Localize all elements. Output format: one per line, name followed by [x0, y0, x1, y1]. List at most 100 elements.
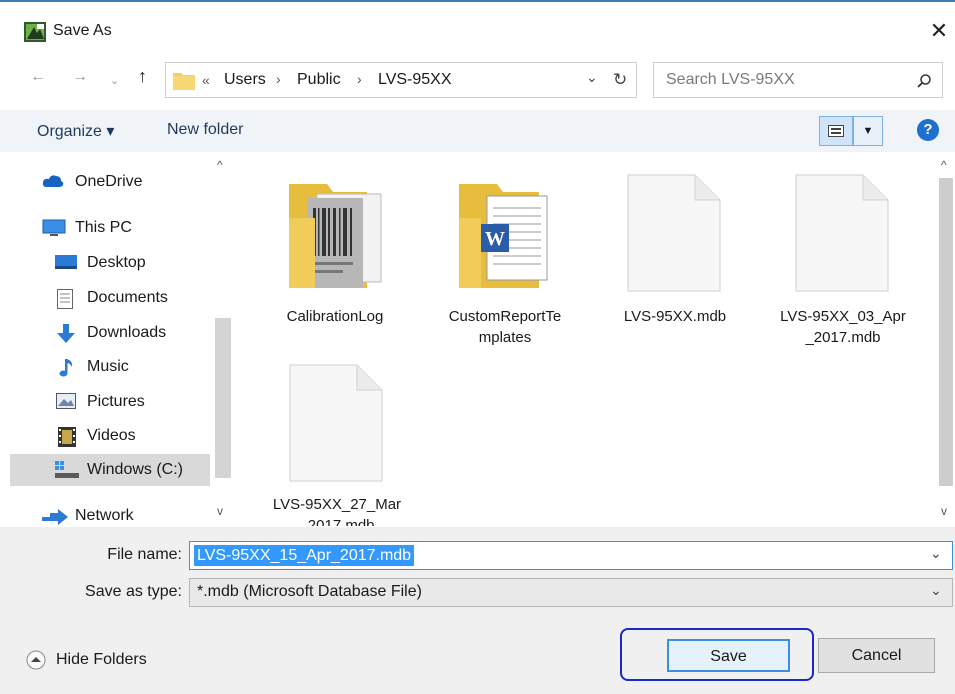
crumb-current[interactable]: LVS-95XX [378, 71, 452, 89]
scroll-up-icon[interactable]: ^ [941, 158, 947, 172]
file-tile-lvs95xx-mdb[interactable]: LVS-95XX.mdb [600, 170, 750, 350]
sidebar-item-pictures[interactable]: Pictures [22, 386, 212, 418]
up-arrow-icon: ↑ [138, 66, 147, 86]
cancel-button[interactable]: Cancel [818, 638, 935, 673]
address-overflow[interactable]: « [202, 72, 210, 88]
refresh-icon[interactable]: ↻ [613, 70, 627, 90]
file-name: LVS-95XX.mdb [623, 308, 727, 325]
file-name-line2: _2017.mdb [299, 517, 375, 526]
address-dropdown-icon[interactable]: ⌄ [586, 69, 598, 86]
chevron-down-icon[interactable]: ⌄ [930, 582, 942, 599]
svg-text:W: W [485, 228, 505, 250]
crumb-public[interactable]: Public [297, 71, 341, 89]
sidebar-item-downloads[interactable]: Downloads [22, 317, 212, 349]
sidebar-item-label: Videos [87, 427, 136, 444]
up-button[interactable]: ↑ [138, 66, 147, 87]
save-as-type-value[interactable]: *.mdb (Microsoft Database File) [197, 583, 422, 601]
file-tile-lvs95xx-03-apr[interactable]: LVS-95XX_03_Apr _2017.mdb [768, 170, 918, 350]
back-button[interactable]: ← [30, 68, 46, 86]
file-name: CalibrationLog [286, 308, 384, 325]
pictures-icon [56, 393, 76, 409]
folder-barcode-icon [289, 184, 382, 288]
file-name-label: File name: [107, 546, 182, 563]
computer-icon [42, 219, 66, 236]
search-box[interactable]: Search LVS-95XX [653, 62, 943, 98]
sidebar-item-label: Desktop [87, 254, 146, 271]
view-layout-icon [828, 125, 844, 137]
forward-button[interactable]: → [72, 68, 88, 86]
generic-file-icon [289, 364, 383, 482]
crumb-separator-icon: › [357, 71, 362, 87]
command-bar [0, 110, 955, 152]
file-name: LVS-95XX_03_Apr [780, 308, 906, 325]
close-icon: ✕ [929, 18, 949, 43]
sidebar-item-documents[interactable]: Documents [22, 282, 212, 314]
desktop-icon [55, 255, 77, 269]
chevron-down-icon: ⌄ [110, 75, 120, 87]
new-folder-button[interactable]: New folder [167, 121, 243, 139]
sidebar-item-label: Documents [87, 289, 168, 306]
crumb-users[interactable]: Users [224, 71, 266, 89]
drive-icon [55, 461, 79, 478]
app-icon [24, 22, 46, 42]
file-name-field[interactable]: LVS-95XX_15_Apr_2017.mdb ⌄ [189, 541, 953, 570]
save-as-type-label: Save as type: [85, 583, 182, 600]
sidebar-item-label: This PC [75, 219, 132, 236]
search-icon[interactable] [916, 73, 932, 89]
sidebar-item-windows-c[interactable]: Windows (C:) [10, 454, 210, 486]
sidebar-item-videos[interactable]: Videos [22, 420, 212, 452]
hide-folders-label: Hide Folders [56, 651, 147, 668]
help-icon[interactable]: ? [917, 119, 939, 141]
chevron-down-icon[interactable]: ⌄ [930, 545, 942, 562]
search-input[interactable]: Search LVS-95XX [666, 71, 795, 89]
files-scrollbar[interactable]: ^ v [937, 158, 955, 525]
sidebar-item-label: Music [87, 358, 129, 375]
sidebar-item-network[interactable]: Network [22, 500, 212, 526]
save-as-type-select[interactable]: *.mdb (Microsoft Database File) ⌄ [189, 578, 953, 607]
downloads-icon [57, 324, 75, 343]
generic-file-icon [795, 174, 889, 292]
onedrive-icon [42, 175, 64, 187]
network-icon [42, 509, 68, 525]
music-icon [59, 359, 73, 377]
sidebar-item-label: Downloads [87, 324, 167, 341]
sidebar-item-onedrive[interactable]: OneDrive [22, 166, 212, 198]
window-title: Save As [53, 22, 112, 39]
sidebar-item-label: Pictures [87, 393, 145, 410]
file-name: LVS-95XX_27_Mar [272, 496, 402, 513]
crumb-separator-icon: › [276, 71, 281, 87]
view-options-dropdown[interactable]: ▼ [853, 116, 883, 146]
file-name-line2: _2017.mdb [805, 329, 881, 346]
documents-icon [57, 289, 73, 309]
sidebar-item-label: Network [75, 507, 134, 524]
scroll-thumb[interactable] [939, 178, 953, 486]
navigation-scrollbar[interactable]: ^ v [212, 158, 234, 525]
sidebar-item-desktop[interactable]: Desktop [22, 247, 212, 279]
back-arrow-icon: ← [30, 68, 46, 85]
videos-icon [58, 427, 76, 447]
sidebar-item-label: Windows (C:) [87, 461, 184, 478]
collapse-up-icon [26, 650, 46, 670]
scroll-down-icon[interactable]: v [941, 504, 947, 518]
scroll-thumb[interactable] [215, 318, 231, 478]
file-tile-lvs95xx-27-mar[interactable]: LVS-95XX_27_Mar _2017.mdb [262, 360, 412, 526]
generic-file-icon [627, 174, 721, 292]
sidebar-item-label: OneDrive [75, 173, 143, 190]
sidebar-item-music[interactable]: Music [22, 351, 212, 383]
address-bar[interactable]: « Users › Public › LVS-95XX ⌄ ↻ [165, 62, 637, 98]
file-tile-customreporttemplates[interactable]: W CustomReportTe mplates [430, 170, 580, 350]
scroll-up-icon[interactable]: ^ [217, 158, 223, 172]
window-top-border [0, 0, 955, 2]
scroll-down-icon[interactable]: v [217, 504, 223, 518]
view-button[interactable] [819, 116, 853, 146]
organize-menu[interactable]: Organize ▾ [37, 121, 114, 141]
file-name-input[interactable]: LVS-95XX_15_Apr_2017.mdb [194, 545, 415, 566]
file-tile-calibrationlog[interactable]: CalibrationLog [260, 170, 410, 350]
file-name: CustomReportTe [448, 308, 562, 325]
close-button[interactable]: ✕ [924, 16, 954, 46]
folder-word-icon: W [459, 184, 548, 288]
recent-locations-button[interactable]: ⌄ [110, 74, 119, 87]
dropdown-arrow-icon: ▼ [862, 125, 874, 137]
save-button[interactable]: Save [667, 639, 790, 672]
sidebar-item-this-pc[interactable]: This PC [22, 212, 212, 244]
